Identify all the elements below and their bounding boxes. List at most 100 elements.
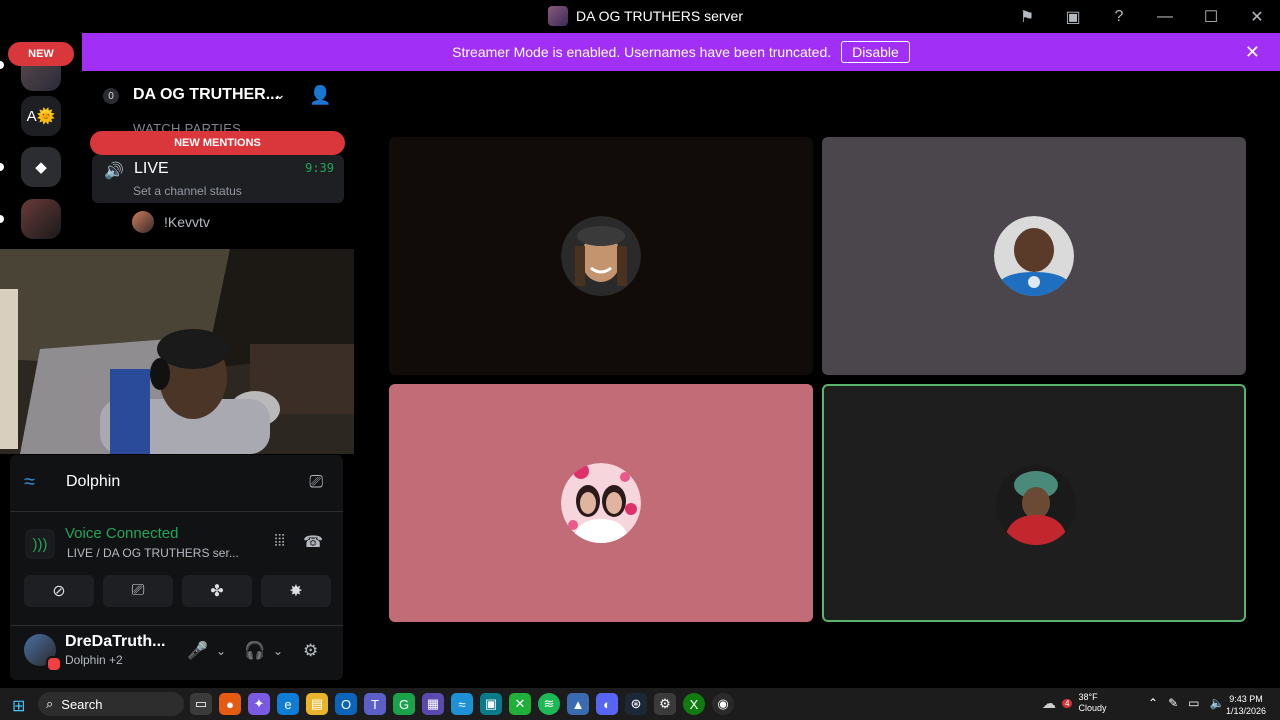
- xbox-app-icon[interactable]: G: [393, 693, 415, 715]
- obs-icon[interactable]: ◉: [712, 693, 734, 715]
- speaker-icon: 🔊: [104, 163, 124, 180]
- add-user-icon[interactable]: 👤: [309, 85, 331, 106]
- title-bar: DA OG TRUTHERS server ⚑ ▣ ? — ☐ ✕: [0, 0, 1280, 33]
- razer-icon[interactable]: ✕: [509, 693, 531, 715]
- disconnect-icon[interactable]: ☎: [303, 532, 323, 552]
- date: 1/13/2026: [1226, 706, 1267, 716]
- voice-status[interactable]: Voice Connected: [65, 525, 178, 542]
- webcam-image: [0, 249, 367, 454]
- settings-icon[interactable]: ⚙: [654, 693, 676, 715]
- user-activity: Dolphin +2: [65, 653, 123, 667]
- new-pill[interactable]: NEW: [8, 42, 74, 66]
- cloud-icon: ☁: [1042, 694, 1056, 711]
- voice-user[interactable]: !Kevvtv: [132, 211, 210, 233]
- microphone-icon[interactable]: 🎤: [187, 641, 208, 661]
- pen-icon[interactable]: ✎: [1168, 696, 1178, 710]
- signal-icon[interactable]: ))): [25, 529, 55, 559]
- avatar: [561, 463, 641, 543]
- edge-icon[interactable]: e: [277, 693, 299, 715]
- weather-widget[interactable]: ☁ 4 38°F Cloudy: [1042, 692, 1106, 714]
- chevron-up-icon[interactable]: ⌃: [1148, 696, 1158, 710]
- close-banner-icon[interactable]: ✕: [1245, 42, 1260, 63]
- new-mentions-pill[interactable]: NEW MENTIONS: [90, 131, 345, 155]
- camera-off-button[interactable]: ⊘: [24, 575, 94, 607]
- taskbar-search[interactable]: ⌕ Search: [38, 692, 184, 716]
- clock[interactable]: 9:43 PM 1/13/2026: [1226, 693, 1266, 717]
- headphones-icon[interactable]: 🎧: [244, 641, 265, 661]
- dolphin-icon: ≈: [24, 471, 35, 493]
- server-icon-selected[interactable]: [21, 199, 61, 239]
- voice-channel-path[interactable]: LIVE / DA OG TRUTHERS ser...: [67, 546, 239, 560]
- photos-icon[interactable]: ▲: [567, 693, 589, 715]
- volume-icon[interactable]: 🔈: [1209, 696, 1224, 710]
- voice-channel-live[interactable]: 🔊 LIVE 9:39 Set a channel status: [92, 155, 344, 203]
- teams-icon[interactable]: T: [364, 693, 386, 715]
- help-icon[interactable]: ?: [1096, 0, 1142, 33]
- taskbar: ⊞ ⌕ Search ▭ ● ✦ e ▤ O T G ▦ ≈ ▣ ✕ ≋ ▲ ◐…: [0, 688, 1280, 720]
- participant-tile[interactable]: [822, 137, 1246, 375]
- xbox-icon[interactable]: X: [683, 693, 705, 715]
- screen-record-icon[interactable]: ▣: [1050, 0, 1096, 33]
- spotify-icon[interactable]: ≋: [538, 693, 560, 715]
- search-label: Search: [61, 696, 103, 712]
- store-icon[interactable]: ▣: [480, 693, 502, 715]
- windows-start-icon[interactable]: ⊞: [12, 696, 25, 716]
- screen-share-icon[interactable]: ⎚: [309, 472, 323, 492]
- window-title: DA OG TRUTHERS server: [576, 8, 743, 24]
- boost-badge: 0: [103, 88, 119, 104]
- status-badge: [46, 656, 62, 672]
- screen-share-button[interactable]: ⎚: [103, 575, 173, 607]
- webcam-overlay: [0, 249, 367, 454]
- close-window-button[interactable]: ✕: [1234, 0, 1280, 33]
- temperature: 38°F: [1078, 692, 1098, 702]
- channel-name: LIVE: [134, 160, 169, 177]
- server-icon: [548, 6, 568, 26]
- flag-icon[interactable]: ⚑: [1004, 0, 1050, 33]
- participant-tile[interactable]: [389, 384, 813, 622]
- streamer-mode-banner: Streamer Mode is enabled. Usernames have…: [82, 33, 1280, 71]
- voice-stage: [354, 71, 1280, 688]
- maximize-button[interactable]: ☐: [1188, 0, 1234, 33]
- system-tray: ⌃ ✎ ▭ 🔈: [1148, 696, 1224, 710]
- voice-user-name: !Kevvtv: [164, 214, 210, 230]
- user-panel: DreDaTruth... Dolphin +2 🎤 ⌄ 🎧 ⌄ ⚙: [10, 627, 343, 680]
- notepad-icon[interactable]: ▦: [422, 693, 444, 715]
- copilot-icon[interactable]: ✦: [248, 693, 270, 715]
- firefox-icon[interactable]: ●: [219, 693, 241, 715]
- noise-suppression-icon[interactable]: ⦙⦙⦙: [274, 533, 285, 551]
- channel-status[interactable]: Set a channel status: [133, 184, 242, 198]
- activity-card[interactable]: ≈ Dolphin ⎚: [10, 455, 343, 512]
- chevron-down-icon[interactable]: ⌄: [273, 644, 283, 658]
- time: 9:43 PM: [1229, 694, 1263, 704]
- avatar: [132, 211, 154, 233]
- avatar: [561, 216, 641, 296]
- weather-condition: Cloudy: [1078, 703, 1107, 713]
- discord-icon[interactable]: ◐: [596, 693, 618, 715]
- unread-indicator: [0, 215, 4, 223]
- gear-icon[interactable]: ⚙: [303, 641, 318, 661]
- user-name[interactable]: DreDaTruth...: [65, 633, 165, 651]
- outlook-icon[interactable]: O: [335, 693, 357, 715]
- avatar: [996, 465, 1076, 545]
- disable-button[interactable]: Disable: [841, 41, 910, 63]
- unread-indicator: [0, 61, 4, 69]
- chevron-down-icon[interactable]: ⌄: [216, 644, 226, 658]
- network-icon[interactable]: ▭: [1188, 696, 1199, 710]
- dolphin-taskbar-icon[interactable]: ≈: [451, 693, 473, 715]
- file-explorer-icon[interactable]: ▤: [306, 693, 328, 715]
- minimize-button[interactable]: —: [1142, 0, 1188, 33]
- task-view-icon[interactable]: ▭: [190, 693, 212, 715]
- participant-tile-speaking[interactable]: [822, 384, 1246, 622]
- weather-badge: 4: [1062, 698, 1073, 708]
- avatar: [994, 216, 1074, 296]
- search-icon: ⌕: [46, 696, 54, 711]
- voice-connection: ))) Voice Connected LIVE / DA OG TRUTHER…: [10, 513, 343, 626]
- server-icon-a[interactable]: A🌞: [21, 96, 61, 136]
- participant-tile[interactable]: [389, 137, 813, 375]
- activities-button[interactable]: ✤: [182, 575, 252, 607]
- server-icon-game[interactable]: ◆: [21, 147, 61, 187]
- server-header[interactable]: 0 DA OG TRUTHER... ⌄ 👤: [82, 71, 354, 121]
- soundboard-button[interactable]: ✸: [261, 575, 331, 607]
- steam-icon[interactable]: ⊛: [625, 693, 647, 715]
- channel-timer: 9:39: [305, 161, 334, 175]
